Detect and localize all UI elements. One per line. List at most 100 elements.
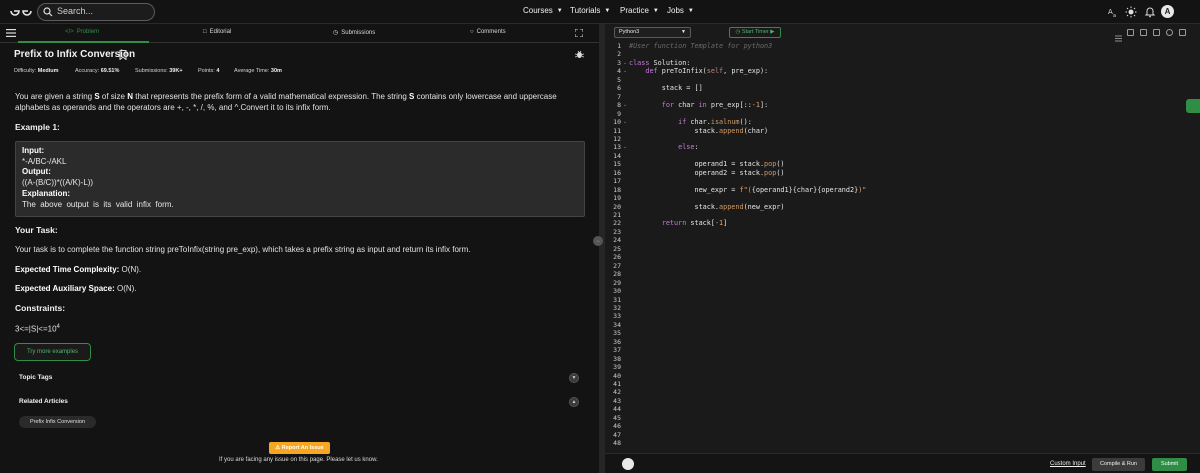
code-editor[interactable]: #User function Template for python3 clas… [629,42,1189,452]
line-number: 2 [617,50,621,59]
start-timer-button[interactable]: ◷ Start Timer ▶ [729,27,781,38]
language-select-value: Python3 [619,29,640,35]
related-articles-heading[interactable]: Related Articles [19,398,68,405]
menu-courses[interactable]: Courses ▼ [523,6,563,15]
tab-problem-label: Problem [76,29,100,35]
line-number: 12 [613,134,621,143]
example-input-label: Input: [22,146,45,155]
compile-run-button[interactable]: Compile & Run [1092,458,1145,471]
example-output-value: ((A-(B/C))*((A/K)-L)) [22,178,94,188]
desc-text: contains only lowercase and uppercase [414,92,557,101]
problem-tabs: </> Problem □ Editorial ◷ Submissions ○ Comm… [0,24,599,43]
bug-report-icon[interactable] [575,50,584,59]
line-number: 43 [613,396,621,405]
copy-icon[interactable] [1127,29,1134,36]
line-number-gutter: 1 2 3 ⌄ 4 ⌄ 5 6 7 8 ⌄ 9 10 ⌄ 11 12 13 ⌄ 14 15 16 17 18 19 20 21 22… [605,42,627,452]
line-number: 27 [613,261,621,270]
search-icon [43,7,53,17]
fold-chevron-icon[interactable]: ⌄ [623,119,627,125]
side-panel-toggle-icon[interactable] [1186,99,1200,113]
bookmark-icon[interactable] [119,50,127,60]
report-issue-button[interactable]: ⚠ Report An Issue [269,442,330,454]
line-number: 46 [613,422,621,431]
custom-input-link[interactable]: Custom Input [1050,461,1086,467]
tab-editorial[interactable]: □ Editorial [203,29,231,35]
line-number: 4 [617,67,621,76]
active-tab-indicator [18,41,149,43]
line-number: 42 [613,388,621,397]
tab-problem[interactable]: </> Problem [65,29,99,35]
report-note: If you are facing any issue on this page… [219,457,378,463]
line-number: 29 [613,278,621,287]
constraint-base: 3<=|S|<=10 [15,324,57,334]
gfg-logo-icon[interactable] [9,4,33,18]
example-input-value: *-A/BC-/AKL [22,156,67,166]
example-explanation-label: Explanation: [22,188,71,198]
document-icon: □ [203,29,207,35]
try-more-examples-button[interactable]: Try more examples [14,343,91,361]
line-number: 40 [613,371,621,380]
difficulty-label: Difficulty: [14,68,37,74]
chevron-down-icon: ▼ [681,29,686,35]
file-icon[interactable] [1140,29,1147,36]
chat-icon: ○ [470,29,474,35]
line-number: 19 [613,194,621,203]
topic-tags-heading[interactable]: Topic Tags [19,374,52,381]
line-number: 24 [613,236,621,245]
menu-practice[interactable]: Practice ▼ [620,6,659,15]
problem-description: You are given a string S of size N that … [15,91,590,113]
fold-chevron-icon[interactable]: ⌄ [623,102,627,108]
line-number: 15 [613,160,621,169]
hamburger-menu-icon[interactable] [6,29,16,37]
chevron-down-icon[interactable]: ▼ [569,373,579,383]
difficulty-value: Medium [37,68,59,74]
example-explanation-value: The above output is its valid infix form… [22,199,174,209]
avg-time-value: 30m [270,68,282,74]
line-number: 7 [617,92,621,101]
line-number: 44 [613,405,621,414]
language-select[interactable]: Python3 ▼ [614,27,691,38]
tab-submissions[interactable]: ◷ Submissions [333,29,375,37]
fullscreen-icon[interactable] [1179,29,1186,36]
points-meta: Points: 4 [198,68,219,74]
expand-icon[interactable] [575,29,583,37]
desc-text: of size [99,92,128,101]
line-number: 34 [613,320,621,329]
translate-icon[interactable]: Aa [1107,6,1119,18]
line-number: 30 [613,287,621,296]
space-complexity-value: O(N). [114,284,137,293]
problem-pane: </> Problem □ Editorial ◷ Submissions ○ Comm… [0,24,599,473]
example-output-label: Output: [22,167,51,177]
save-icon[interactable] [1153,29,1160,36]
line-number: 28 [613,270,621,279]
sun-icon[interactable] [1125,6,1137,18]
avatar[interactable]: A [1161,5,1174,18]
avg-time-label: Average Time: [234,68,270,74]
bell-icon[interactable] [1144,6,1156,18]
debug-icon[interactable] [622,458,634,470]
chevron-up-icon[interactable]: ▲ [569,397,579,407]
submit-button[interactable]: Submit [1152,458,1187,471]
tab-comments[interactable]: ○ Comments [470,29,506,35]
line-number: 14 [613,151,621,160]
related-article-chip[interactable]: Prefix Infix Conversion [19,416,96,428]
reset-icon[interactable] [1166,29,1173,36]
accuracy-label: Accuracy: [75,68,100,74]
fold-chevron-icon[interactable]: ⌄ [623,60,627,66]
space-complexity: Expected Auxiliary Space: O(N). [15,283,137,294]
time-complexity-value: O(N). [119,265,142,274]
menu-jobs[interactable]: Jobs ▼ [667,6,694,15]
line-number: 8 [617,101,621,110]
chevron-down-icon: ▼ [687,7,694,14]
chevron-down-icon: ▼ [556,7,563,14]
tab-editorial-label: Editorial [209,29,232,35]
accuracy-meta: Accuracy: 69.51% [75,68,119,74]
search-input[interactable]: Search... [37,3,155,21]
line-number: 9 [617,109,621,118]
menu-tutorials[interactable]: Tutorials ▼ [570,6,610,15]
time-complexity: Expected Time Complexity: O(N). [15,264,141,275]
fold-chevron-icon[interactable]: ⌄ [623,144,627,150]
fold-chevron-icon[interactable]: ⌄ [623,68,627,74]
points-label: Points: [198,68,215,74]
list-icon[interactable] [1115,29,1122,42]
